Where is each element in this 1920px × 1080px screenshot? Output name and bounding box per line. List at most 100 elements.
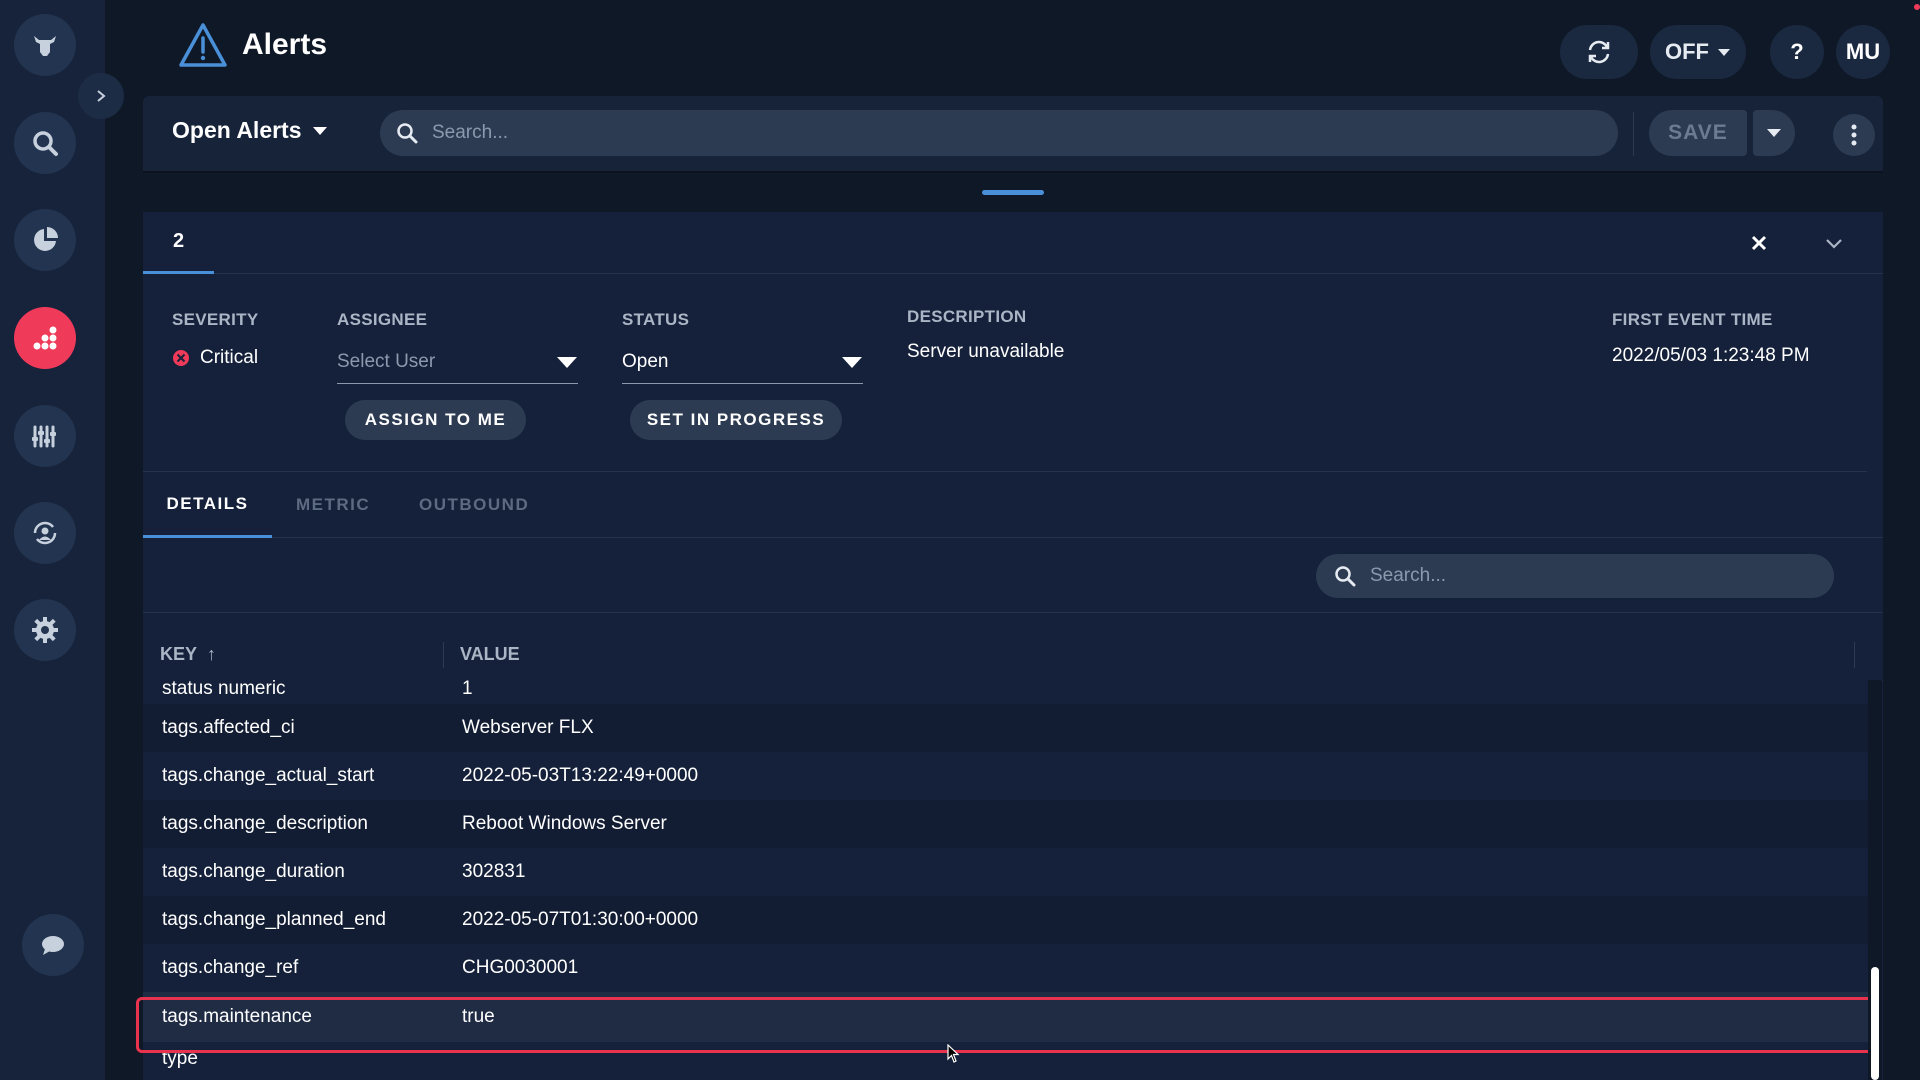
row-value: 2022-05-07T01:30:00+0000 (462, 909, 699, 930)
description-value: Server unavailable (907, 341, 1065, 362)
tab-alert[interactable]: 2 (143, 212, 214, 274)
gear-icon[interactable] (14, 599, 76, 661)
auto-refresh-toggle[interactable]: OFF (1650, 25, 1746, 79)
app-title-text: Alerts (242, 28, 328, 61)
toolbar-divider (1633, 112, 1634, 156)
search-icon[interactable] (14, 112, 76, 174)
caret-down-icon (557, 356, 577, 368)
alerts-search-input[interactable] (432, 122, 1618, 144)
chevron-right-icon (97, 90, 106, 102)
page-title: Alerts (178, 22, 327, 68)
caret-down-icon (312, 126, 327, 135)
row-key: tags.maintenance (162, 1006, 312, 1027)
view-label: Open Alerts (172, 117, 302, 143)
sort-ascending-icon: ↑ (207, 644, 217, 664)
more-vertical-icon (1851, 124, 1857, 146)
save-group: SAVE (1649, 110, 1795, 156)
view-selector[interactable]: Open Alerts (172, 117, 328, 144)
row-value: Webserver FLX (462, 717, 594, 738)
row-value: true (462, 1006, 495, 1027)
severity-value: Critical (172, 347, 258, 369)
search-icon (397, 123, 418, 144)
status-value: Open (622, 350, 669, 372)
column-header-value[interactable]: VALUE (460, 644, 520, 665)
assignee-label: ASSIGNEE (337, 310, 428, 329)
table-row[interactable]: tags.change_duration 302831 (143, 848, 1868, 896)
mouse-cursor-icon (947, 1044, 960, 1063)
details-table-body: status numeric 1 tags.affected_ci Webser… (143, 680, 1868, 1080)
warning-triangle-icon (179, 23, 227, 67)
avatar[interactable]: MU (1836, 25, 1890, 79)
caret-down-icon (1718, 49, 1730, 56)
sidebar-expand-button[interactable] (78, 73, 124, 119)
status-label: STATUS (622, 310, 690, 329)
tab-metric[interactable]: METRIC (296, 472, 370, 538)
caret-down-icon (1767, 129, 1781, 137)
row-key: type (162, 1048, 198, 1069)
sync-icon[interactable] (14, 502, 76, 564)
sidebar (0, 0, 105, 1080)
bull-logo-icon[interactable] (14, 14, 76, 76)
row-value: Reboot Windows Server (462, 813, 667, 834)
details-search-input[interactable] (1370, 565, 1834, 587)
notification-dot (1914, 4, 1920, 10)
row-value: 1 (462, 680, 473, 699)
first-event-time-label: FIRST EVENT TIME (1612, 310, 1773, 329)
help-button[interactable]: ? (1770, 25, 1824, 79)
table-row[interactable]: tags.change_planned_end 2022-05-07T01:30… (143, 896, 1868, 944)
table-row[interactable]: status numeric 1 (143, 680, 1868, 704)
tab-details[interactable]: DETAILS (143, 472, 272, 538)
tab-outbound[interactable]: OUTBOUND (419, 472, 529, 538)
column-header-key[interactable]: KEY ↑ (160, 644, 216, 665)
critical-icon (173, 350, 189, 366)
alert-detail-panel: 2 SEVERITY Critical ASSIGNEE Select User… (136, 212, 1883, 1080)
set-in-progress-button[interactable]: SET IN PROGRESS (630, 400, 842, 440)
pie-chart-icon[interactable] (14, 209, 76, 271)
top-actions: OFF ? MU (1560, 25, 1890, 79)
chat-icon[interactable] (22, 914, 84, 976)
filter-bar: Open Alerts SAVE (143, 96, 1883, 173)
table-row[interactable]: tags.change_ref CHG0030001 (143, 944, 1868, 992)
severity-label: SEVERITY (172, 310, 259, 329)
row-value: 2022-05-03T13:22:49+0000 (462, 765, 699, 786)
row-key: tags.change_description (162, 813, 368, 834)
row-key: tags.change_duration (162, 861, 345, 882)
save-options-button[interactable] (1753, 110, 1795, 156)
assignee-dropdown[interactable]: Select User (337, 340, 578, 384)
resize-handle[interactable] (982, 190, 1044, 195)
table-row[interactable]: type (143, 1042, 1868, 1080)
close-icon (1751, 235, 1767, 251)
table-row[interactable]: tags.change_actual_start 2022-05-03T13:2… (143, 752, 1868, 800)
row-value: CHG0030001 (462, 957, 579, 978)
column-separator[interactable] (443, 642, 444, 668)
sliders-icon[interactable] (14, 405, 76, 467)
assignee-placeholder: Select User (337, 350, 436, 372)
divider (143, 612, 1883, 613)
column-separator[interactable] (1854, 642, 1855, 668)
table-row-highlighted[interactable]: tags.maintenance true (143, 992, 1868, 1042)
alerts-icon[interactable] (14, 307, 76, 369)
save-button[interactable]: SAVE (1649, 110, 1747, 156)
row-value: 302831 (462, 861, 526, 882)
table-row[interactable]: tags.affected_ci Webserver FLX (143, 704, 1868, 752)
row-key: tags.change_ref (162, 957, 299, 978)
help-icon: ? (1790, 39, 1804, 64)
table-row[interactable]: tags.change_description Reboot Windows S… (143, 800, 1868, 848)
row-key: tags.change_actual_start (162, 765, 375, 786)
severity-text: Critical (200, 347, 259, 368)
detail-tabs: DETAILS METRIC OUTBOUND (143, 472, 1883, 538)
scrollbar-thumb[interactable] (1871, 967, 1879, 1080)
auto-refresh-label: OFF (1665, 39, 1709, 64)
details-search (1316, 554, 1834, 598)
assign-to-me-button[interactable]: ASSIGN TO ME (345, 400, 526, 440)
chevron-down-icon (1826, 239, 1842, 249)
more-options-button[interactable] (1833, 114, 1875, 156)
collapse-button[interactable] (1821, 230, 1847, 256)
close-button[interactable] (1746, 230, 1772, 256)
alerts-search (380, 110, 1618, 156)
description-label: DESCRIPTION (907, 307, 1027, 326)
user-initials: MU (1845, 39, 1881, 64)
refresh-button[interactable] (1560, 25, 1638, 79)
status-dropdown[interactable]: Open (622, 340, 863, 384)
caret-down-icon (842, 356, 862, 368)
